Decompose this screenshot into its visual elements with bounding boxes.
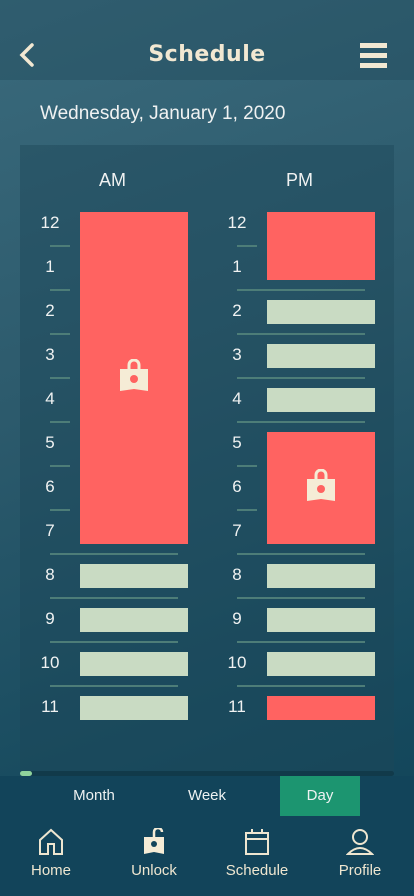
hour-label: 6	[45, 477, 55, 496]
available-slot[interactable]	[80, 696, 188, 720]
hour-label: 2	[45, 301, 55, 320]
hour-label: 4	[232, 389, 242, 408]
lock-icon	[306, 468, 336, 508]
hour-label: 5	[232, 433, 242, 452]
tab-month[interactable]: Month	[54, 776, 134, 816]
hour-divider	[237, 421, 365, 423]
hour-divider	[50, 553, 178, 555]
hour-divider	[237, 465, 257, 467]
available-slot[interactable]	[267, 344, 375, 368]
unlock-icon	[144, 828, 164, 854]
hour-divider	[237, 685, 365, 687]
hour-divider	[237, 641, 365, 643]
bottom-nav: Home Unlock Schedule Profile	[0, 816, 414, 896]
nav-unlock[interactable]: Unlock	[109, 828, 199, 880]
hour-divider	[237, 377, 365, 379]
hour-label: 4	[45, 389, 55, 408]
hour-label: 10	[227, 653, 247, 672]
hour-divider	[237, 245, 257, 247]
hour-divider	[237, 289, 365, 291]
hour-divider	[237, 333, 365, 335]
hour-label: 7	[45, 521, 55, 540]
hour-label: 9	[232, 609, 242, 628]
hour-label: 8	[232, 565, 242, 584]
hour-label: 12	[40, 213, 60, 232]
hour-divider	[50, 245, 70, 247]
view-tabs: Month Week Day	[0, 776, 414, 816]
booked-slot[interactable]	[267, 212, 375, 280]
hour-divider	[237, 597, 365, 599]
nav-profile-label: Profile	[338, 862, 382, 879]
available-slot[interactable]	[80, 608, 188, 632]
hour-label: 10	[40, 653, 60, 672]
hour-divider	[50, 641, 178, 643]
hour-divider	[50, 685, 178, 687]
am-column-header: AM	[99, 170, 126, 190]
selected-date: Wednesday, January 1, 2020	[40, 103, 286, 124]
hour-label: 3	[45, 345, 55, 364]
lock-icon	[119, 358, 149, 398]
pm-column-header: PM	[286, 170, 313, 190]
hour-label: 6	[232, 477, 242, 496]
hour-divider	[50, 509, 70, 511]
booked-slot[interactable]	[267, 432, 375, 544]
booked-slot[interactable]	[267, 696, 375, 720]
available-slot[interactable]	[267, 388, 375, 412]
available-slot[interactable]	[267, 300, 375, 324]
hour-divider	[50, 465, 70, 467]
page-title: Schedule	[148, 42, 266, 67]
hour-divider	[50, 289, 70, 291]
available-slot[interactable]	[80, 652, 188, 676]
hour-label: 1	[45, 257, 55, 276]
home-icon	[39, 828, 63, 855]
nav-schedule[interactable]: Schedule	[212, 828, 302, 880]
hour-divider	[50, 377, 70, 379]
hour-label: 3	[232, 345, 242, 364]
hour-label: 11	[228, 697, 246, 716]
nav-schedule-label: Schedule	[225, 862, 289, 879]
nav-home[interactable]: Home	[6, 828, 96, 880]
nav-home-label: Home	[30, 862, 71, 879]
tab-day[interactable]: Day	[280, 776, 360, 816]
hour-label: 12	[227, 213, 247, 232]
available-slot[interactable]	[80, 564, 188, 588]
hour-label: 5	[45, 433, 55, 452]
hour-label: 2	[232, 301, 242, 320]
header: Schedule	[0, 0, 414, 80]
profile-icon	[346, 829, 374, 855]
calendar-icon	[245, 829, 269, 855]
nav-profile[interactable]: Profile	[315, 828, 405, 880]
hour-label: 1	[232, 257, 242, 276]
hour-label: 11	[41, 697, 59, 716]
hour-label: 8	[45, 565, 55, 584]
hour-label: 9	[45, 609, 55, 628]
available-slot[interactable]	[267, 564, 375, 588]
nav-unlock-label: Unlock	[131, 862, 177, 879]
booked-slot[interactable]	[80, 212, 188, 544]
tab-week[interactable]: Week	[167, 776, 247, 816]
hour-divider	[50, 333, 70, 335]
hour-divider	[50, 421, 70, 423]
hour-divider	[237, 553, 365, 555]
hamburger-menu-icon[interactable]	[360, 43, 387, 69]
available-slot[interactable]	[267, 608, 375, 632]
hour-label: 7	[232, 521, 242, 540]
hour-divider	[50, 597, 178, 599]
hour-divider	[237, 509, 257, 511]
available-slot[interactable]	[267, 652, 375, 676]
